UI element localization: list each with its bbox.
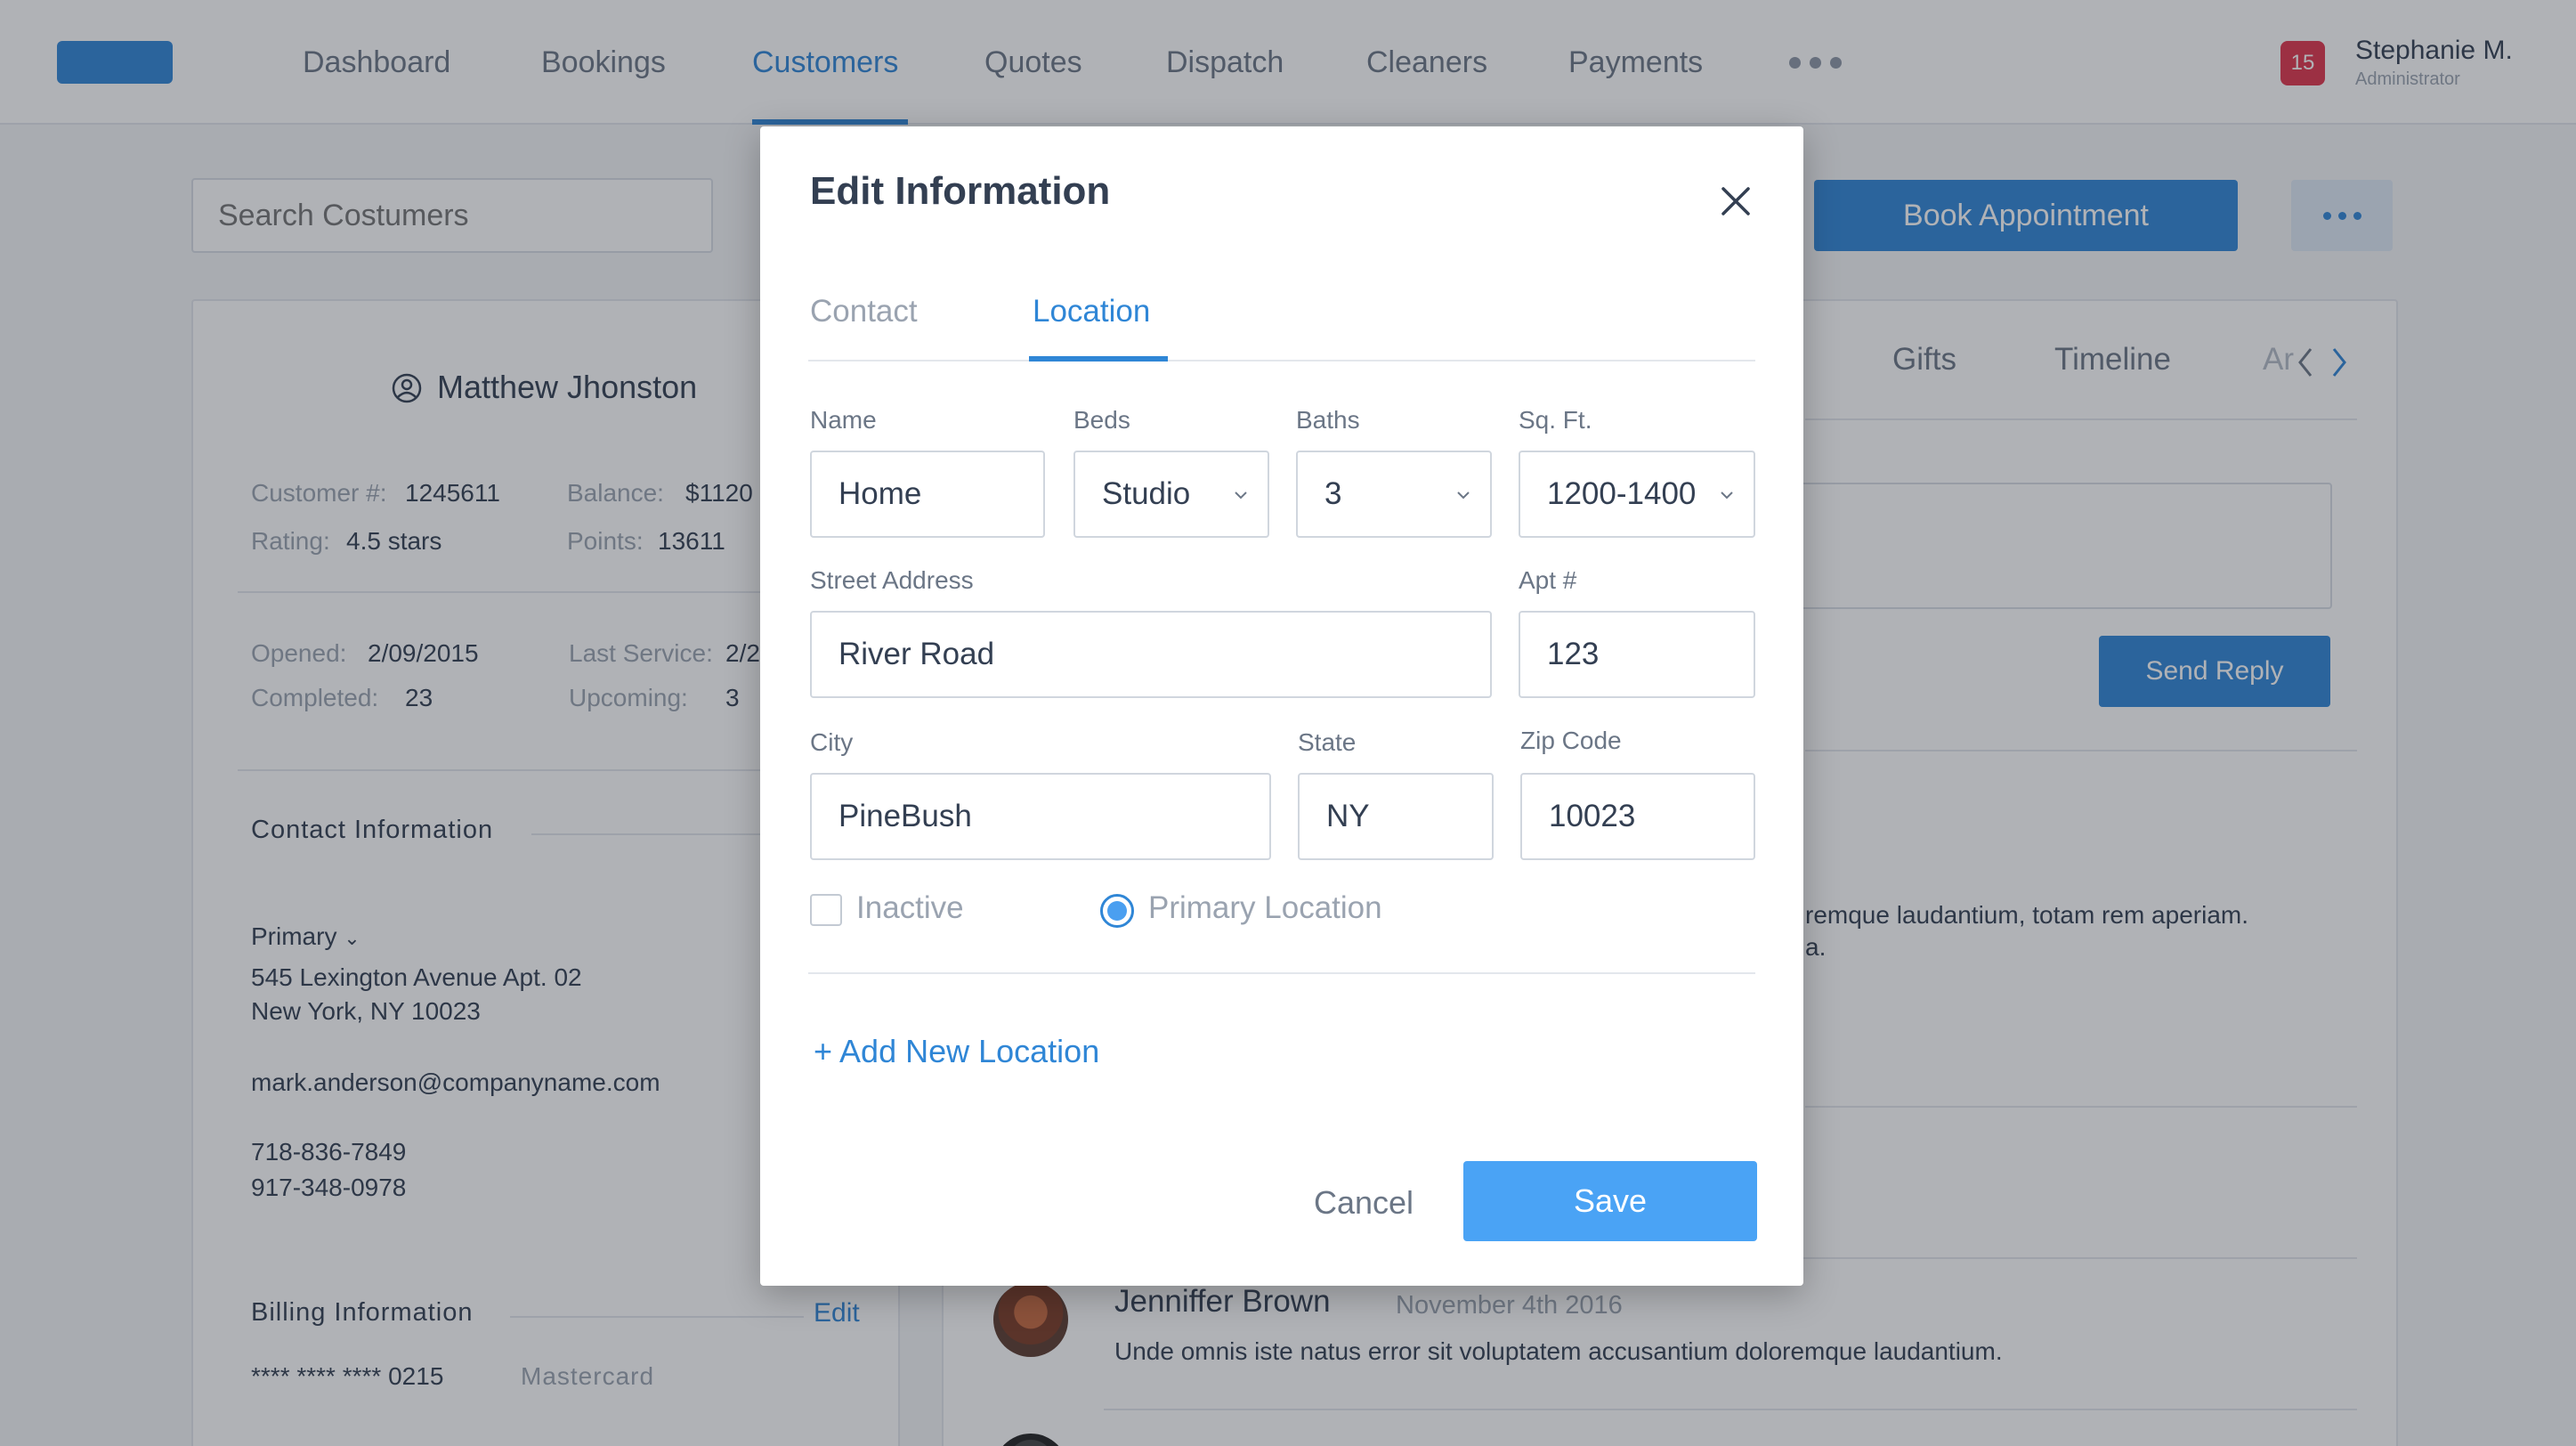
zip-code-label: Zip Code	[1520, 727, 1622, 754]
baths-value: 3	[1324, 476, 1342, 511]
state-input[interactable]: NY	[1298, 773, 1494, 860]
primary-location-label: Primary Location	[1148, 890, 1382, 925]
chevron-down-icon	[1457, 491, 1470, 500]
active-tab-indicator	[1029, 356, 1168, 362]
tabs-divider	[808, 360, 1755, 362]
tab-contact[interactable]: Contact	[810, 294, 918, 329]
divider	[808, 972, 1755, 974]
city-label: City	[810, 728, 854, 756]
apt-input[interactable]: 123	[1519, 611, 1755, 698]
primary-location-radio[interactable]	[1100, 894, 1134, 928]
sqft-select[interactable]: 1200-1400	[1519, 451, 1755, 538]
baths-select[interactable]: 3	[1296, 451, 1492, 538]
beds-label: Beds	[1073, 406, 1130, 434]
apt-label: Apt #	[1519, 566, 1577, 594]
city-input[interactable]: PineBush	[810, 773, 1271, 860]
street-address-label: Street Address	[810, 566, 974, 594]
close-icon[interactable]	[1716, 182, 1755, 221]
beds-select[interactable]: Studio	[1073, 451, 1269, 538]
inactive-label: Inactive	[856, 890, 964, 925]
baths-label: Baths	[1296, 406, 1360, 434]
name-label: Name	[810, 406, 877, 434]
beds-value: Studio	[1102, 476, 1191, 511]
zip-code-input[interactable]: 10023	[1520, 773, 1755, 860]
inactive-checkbox[interactable]	[810, 894, 842, 926]
cancel-button[interactable]: Cancel	[1248, 1163, 1479, 1243]
chevron-down-icon	[1721, 491, 1733, 500]
tab-location[interactable]: Location	[1033, 294, 1150, 329]
sqft-label: Sq. Ft.	[1519, 406, 1592, 434]
add-new-location-link[interactable]: + Add New Location	[814, 1033, 1099, 1070]
modal-title: Edit Information	[810, 169, 1111, 213]
state-label: State	[1298, 728, 1357, 756]
sqft-value: 1200-1400	[1547, 476, 1697, 511]
save-button[interactable]: Save	[1463, 1161, 1757, 1241]
edit-information-modal: Edit Information Contact Location Name H…	[760, 126, 1803, 1286]
name-input[interactable]: Home	[810, 451, 1045, 538]
chevron-down-icon	[1235, 491, 1247, 500]
street-address-input[interactable]: River Road	[810, 611, 1492, 698]
